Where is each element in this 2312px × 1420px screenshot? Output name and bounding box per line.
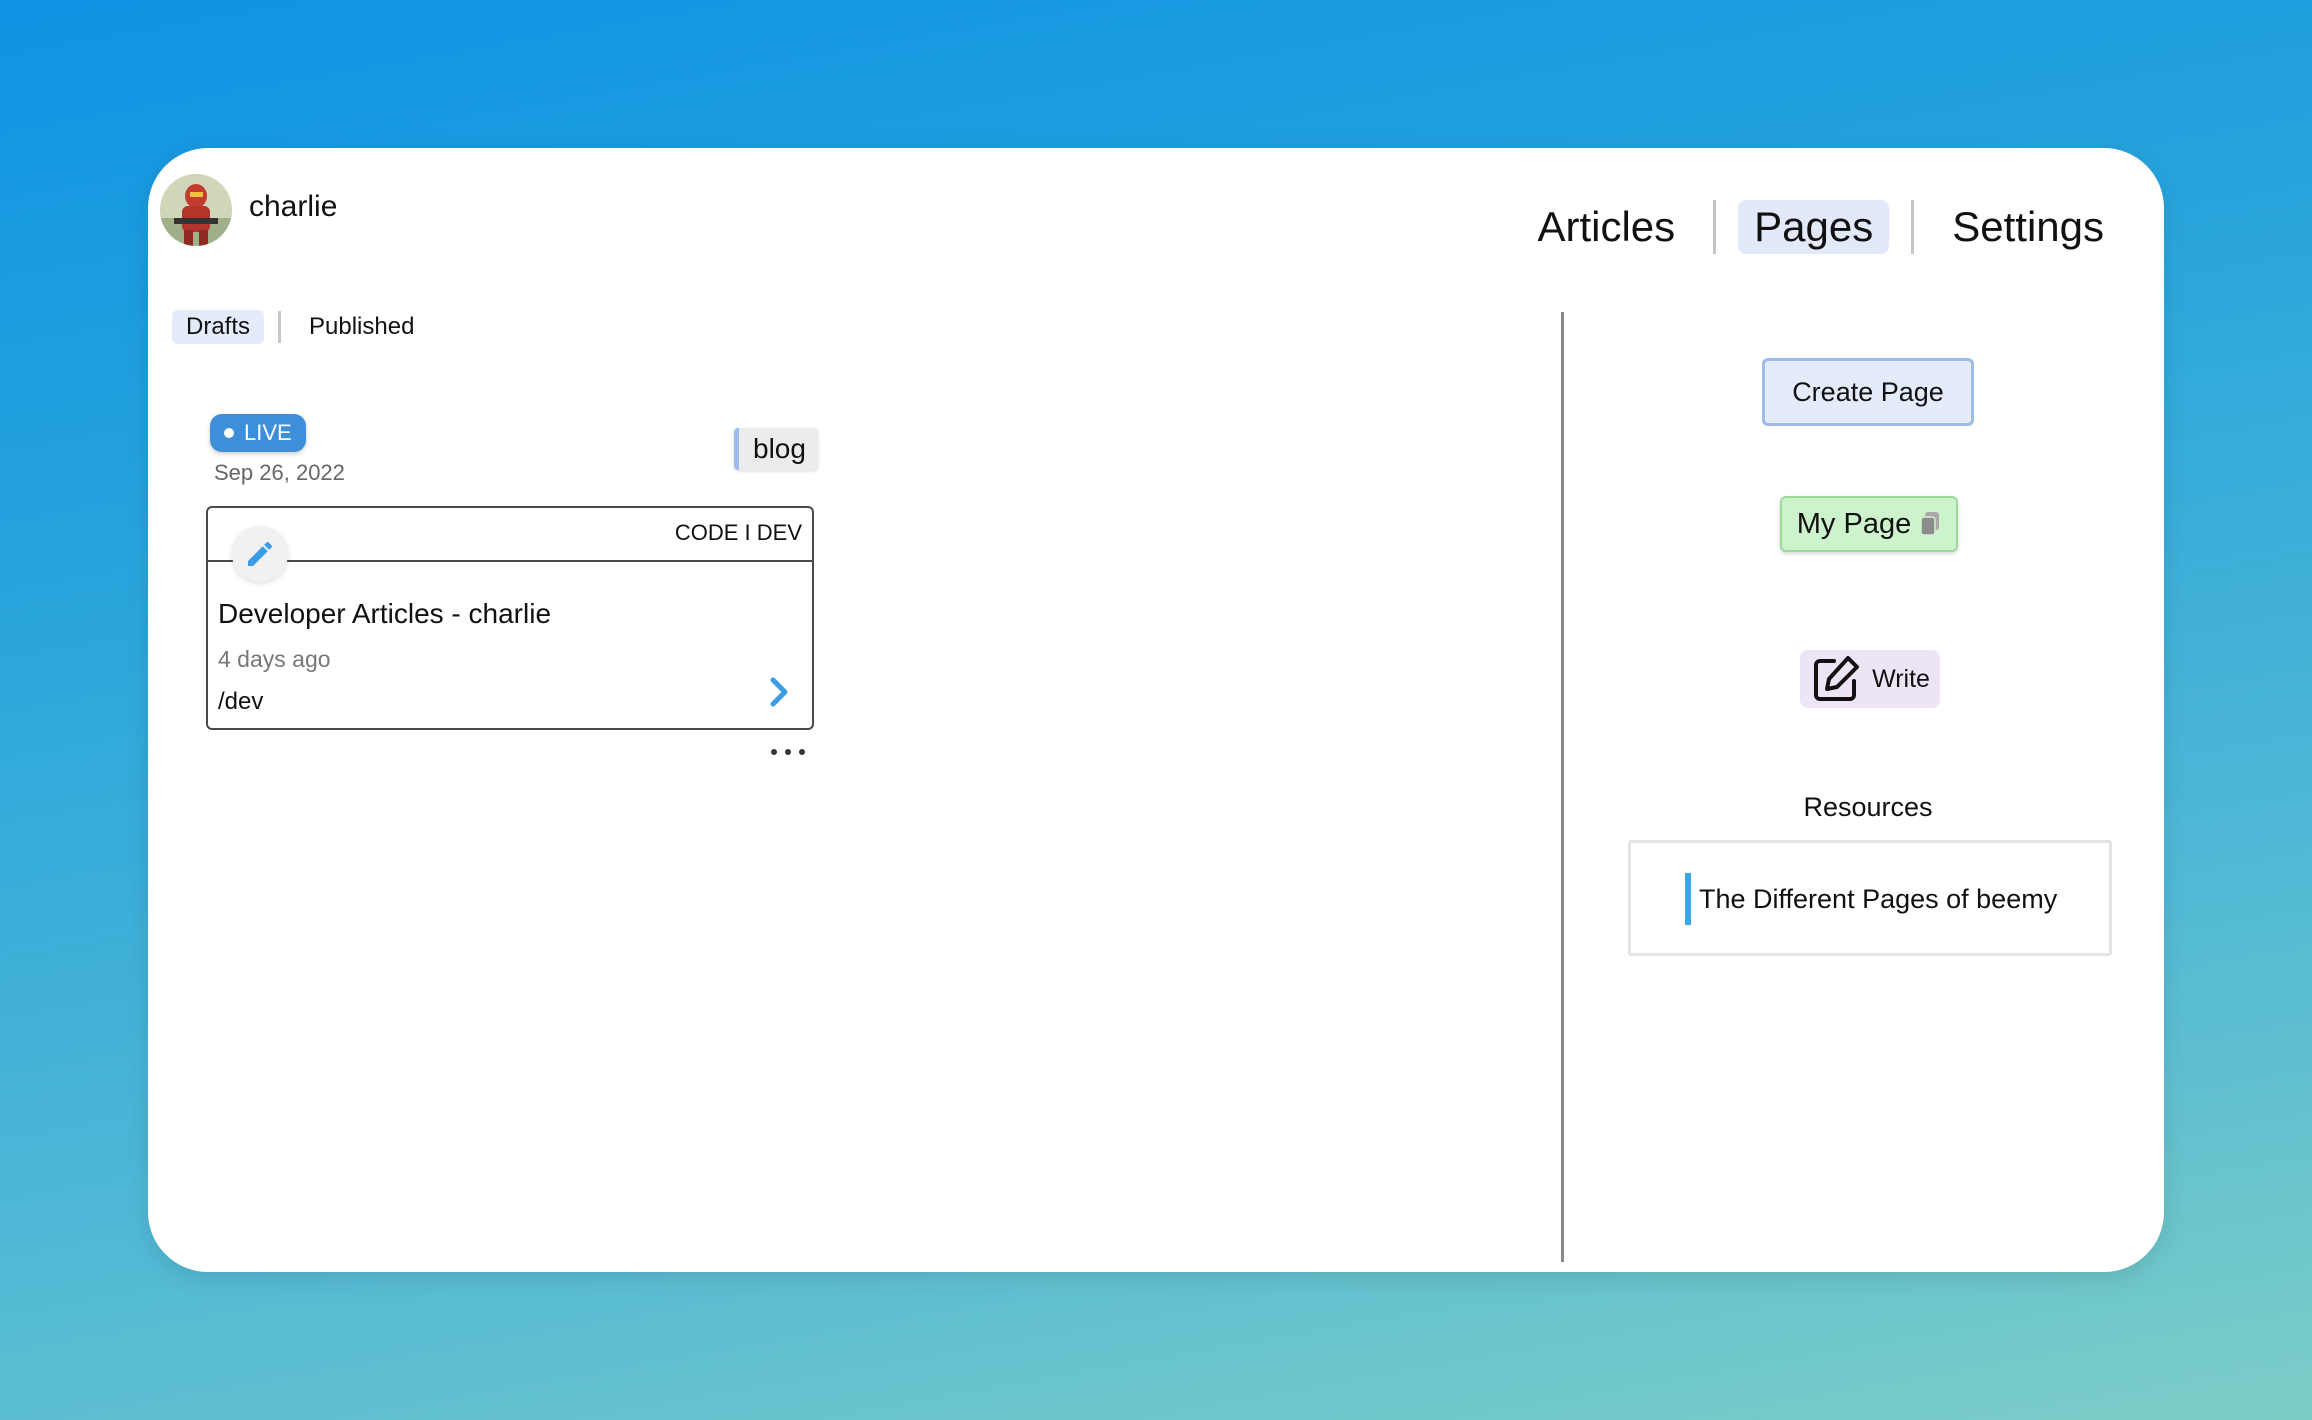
resources-box: The Different Pages of beemy: [1628, 840, 2112, 956]
page-card[interactable]: CODE I DEV Developer Articles - charlie …: [206, 506, 814, 730]
page-path: /dev: [218, 688, 264, 715]
nav-articles[interactable]: Articles: [1521, 200, 1691, 254]
my-page-button[interactable]: My Page: [1780, 496, 1958, 552]
resources-heading: Resources: [1803, 792, 1933, 822]
create-page-button[interactable]: Create Page: [1762, 358, 1974, 426]
card-header-divider: [208, 560, 812, 562]
live-badge: LIVE: [210, 414, 306, 452]
nav-divider: [1911, 200, 1915, 254]
tab-divider: [278, 311, 282, 343]
nav-divider: [1713, 200, 1717, 254]
status-tabs: Drafts Published: [172, 310, 428, 344]
copy-icon: [1919, 511, 1941, 537]
column-divider: [1561, 312, 1564, 1262]
post-date: Sep 26, 2022: [214, 460, 345, 485]
ellipsis-icon[interactable]: [768, 744, 808, 760]
avatar-image: [160, 174, 232, 246]
write-label: Write: [1872, 664, 1930, 693]
edit-button[interactable]: [232, 526, 288, 582]
main-card: charlie Articles Pages Settings Drafts P…: [148, 148, 2164, 1272]
chevron-right-icon[interactable]: [764, 674, 794, 710]
pencil-icon: [248, 541, 273, 566]
edit-square-icon: [1814, 656, 1860, 701]
write-button[interactable]: Write: [1800, 650, 1940, 708]
tab-published[interactable]: Published: [295, 310, 428, 344]
page-title: Developer Articles - charlie: [218, 598, 552, 629]
nav-settings[interactable]: Settings: [1936, 200, 2120, 254]
card-header-label: CODE I DEV: [674, 520, 802, 545]
top-nav: Articles Pages Settings: [1521, 200, 2120, 254]
live-dot-icon: [224, 428, 234, 438]
my-page-label: My Page: [1796, 507, 1912, 540]
nav-pages[interactable]: Pages: [1738, 200, 1890, 254]
username: charlie: [249, 190, 338, 223]
avatar[interactable]: [160, 174, 232, 246]
tab-drafts[interactable]: Drafts: [172, 310, 265, 344]
create-page-label: Create Page: [1792, 376, 1944, 407]
live-badge-label: LIVE: [244, 420, 292, 445]
tag-badge[interactable]: blog: [734, 428, 818, 470]
resource-link[interactable]: The Different Pages of beemy: [1685, 873, 2057, 925]
page-timestamp: 4 days ago: [218, 646, 331, 672]
